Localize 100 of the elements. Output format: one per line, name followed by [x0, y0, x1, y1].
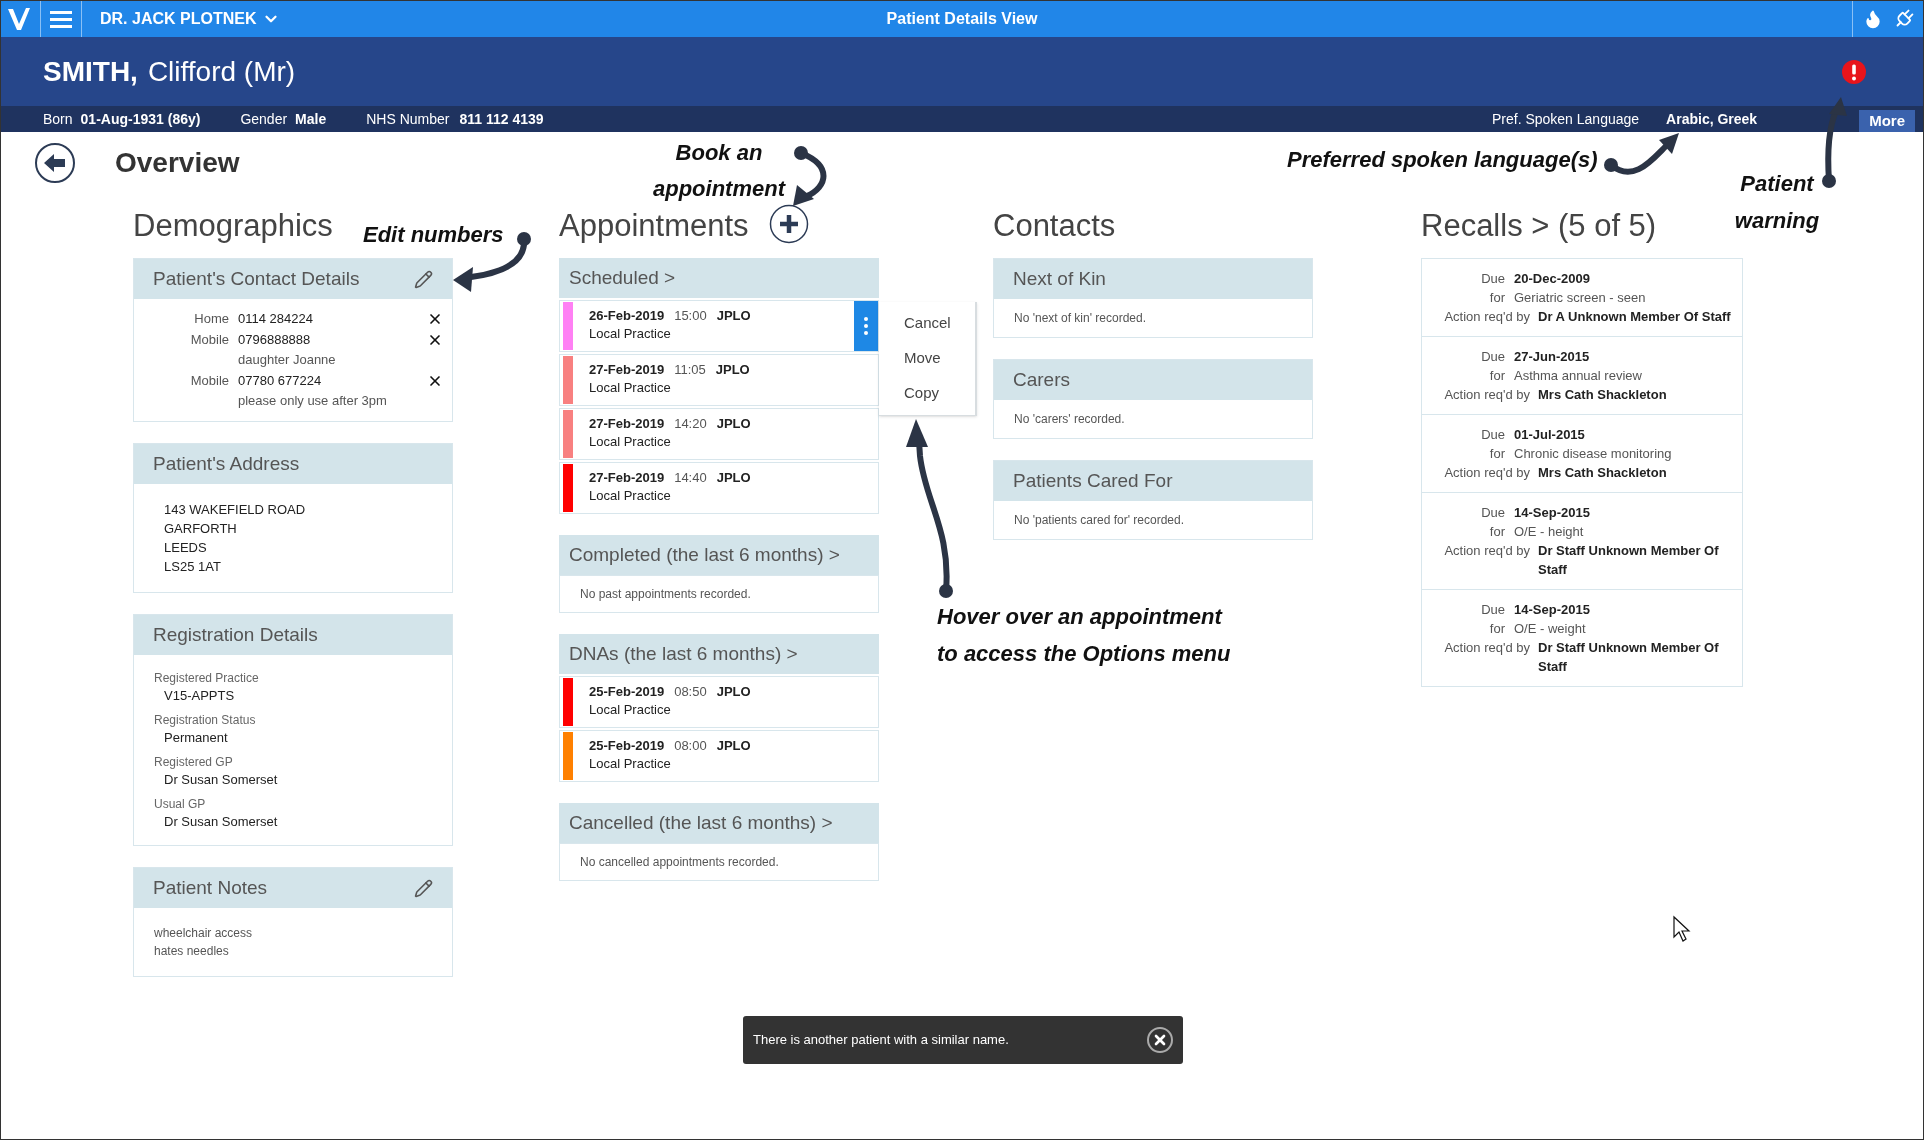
panel-title: Patients Cared For	[1013, 468, 1173, 493]
appointment-item[interactable]: 25-Feb-2019 08:00 JPLO Local Practice	[559, 730, 879, 782]
flame-icon[interactable]	[1863, 9, 1883, 29]
section-header[interactable]: Scheduled >	[559, 258, 879, 298]
menu-item[interactable]: Copy	[879, 376, 975, 411]
address-line: 143 WAKEFIELD ROAD	[164, 501, 307, 519]
clinician-code: JPLO	[715, 361, 750, 379]
edit-icon[interactable]	[414, 269, 433, 289]
for-label: for	[1488, 367, 1505, 385]
appointment-item[interactable]: 25-Feb-2019 08:50 JPLO Local Practice	[559, 676, 879, 728]
recall-reason: O/E - weight	[1514, 620, 1586, 638]
address-line: GARFORTH	[164, 520, 238, 538]
appointment-location: Local Practice	[589, 325, 672, 343]
due-date: 14-Sep-2015	[1514, 601, 1590, 619]
phone-type: Mobile	[189, 331, 229, 349]
recall-reason: O/E - height	[1514, 523, 1584, 541]
field-value: Permanent	[163, 729, 229, 747]
recall-item[interactable]: Due 14-Sep-2015 for O/E - weight Action req'd by Dr Staff Unknown Member Of Staff	[1422, 589, 1742, 686]
clinician-code: JPLO	[716, 737, 751, 755]
phone-type: Home	[193, 310, 229, 328]
warning-icon[interactable]	[1841, 58, 1867, 85]
panel-title: Next of Kin	[1013, 266, 1106, 291]
section-header[interactable]: DNAs (the last 6 months) >	[559, 634, 879, 674]
annotation-arrow	[793, 146, 827, 206]
page-title: Overview	[115, 146, 240, 180]
phone-note: daughter Joanne	[238, 351, 337, 369]
patient-name: Clifford (Mr)	[147, 54, 296, 89]
action-by: Dr Staff Unknown Member Of Staff	[1538, 639, 1720, 676]
due-label: Due	[1480, 426, 1505, 444]
nhs-label: NHS Number	[366, 109, 450, 129]
appointment-item[interactable]: 27-Feb-2019 11:05 JPLO Local Practice	[559, 354, 879, 406]
recall-reason: Geriatric screen - seen	[1514, 289, 1646, 307]
action-label: Action req'd by	[1443, 308, 1530, 326]
empty-message: No 'carers' recorded.	[1014, 411, 1125, 428]
field-value: Dr Susan Somerset	[163, 771, 279, 789]
field-value: Dr Susan Somerset	[163, 813, 279, 831]
due-label: Due	[1480, 348, 1505, 366]
appointment-item[interactable]: 26-Feb-2019 15:00 JPLO Local Practice	[559, 300, 879, 352]
edit-icon[interactable]	[414, 878, 433, 898]
panel-title: Patient's Address	[153, 451, 300, 476]
appointment-location: Local Practice	[589, 433, 672, 451]
action-by: Dr A Unknown Member Of Staff	[1538, 308, 1732, 326]
remove-icon[interactable]	[427, 332, 443, 348]
appointment-item[interactable]: 27-Feb-2019 14:20 JPLO Local Practice	[559, 408, 879, 460]
note-line: wheelchair access	[154, 925, 254, 942]
phone-type: Mobile	[189, 372, 229, 390]
section-header[interactable]: Completed (the last 6 months) >	[559, 535, 879, 575]
menu-item[interactable]: Cancel	[879, 306, 975, 341]
action-label: Action req'd by	[1443, 542, 1530, 560]
remove-icon[interactable]	[427, 311, 443, 327]
field-label: Registered GP	[154, 754, 234, 771]
appointment-date: 27-Feb-2019	[589, 415, 665, 433]
appointment-location: Local Practice	[589, 487, 672, 505]
appointment-time: 08:50	[674, 683, 707, 701]
remove-icon[interactable]	[427, 373, 443, 389]
gender-value: Male	[295, 109, 327, 129]
annotation-text: Book an appointment	[652, 139, 787, 203]
gender-label: Gender	[240, 109, 288, 129]
appointment-item[interactable]: 27-Feb-2019 14:40 JPLO Local Practice	[559, 462, 879, 514]
appointment-time: 14:20	[674, 415, 707, 433]
patient-surname: SMITH,	[43, 54, 138, 89]
options-button[interactable]	[854, 301, 878, 351]
clinician-code: JPLO	[716, 683, 751, 701]
user-menu[interactable]: DR. JACK PLOTNEK	[100, 7, 281, 31]
recall-reason: Chronic disease monitoring	[1514, 445, 1672, 463]
born-value: 01-Aug-1931 (86y)	[80, 109, 201, 129]
close-icon	[1152, 1032, 1168, 1048]
recall-item[interactable]: Due 20-Dec-2009 for Geriatric screen - seen Action req'd by Dr A Unknown Member Of Staff	[1422, 259, 1742, 336]
recall-item[interactable]: Due 01-Jul-2015 for Chronic disease monitoring Action req'd by Mrs Cath Shackleton	[1422, 414, 1742, 492]
panel-title: Carers	[1013, 367, 1070, 392]
section-heading: Recalls > (5 of 5)	[1421, 208, 1657, 243]
phone-number: 0796888888	[238, 331, 312, 349]
section-heading: Demographics	[133, 208, 333, 243]
section-heading: Appointments	[559, 207, 749, 245]
due-date: 20-Dec-2009	[1514, 270, 1590, 288]
phone-note: please only use after 3pm	[238, 392, 388, 410]
born-label: Born	[43, 109, 73, 129]
empty-message: No past appointments recorded.	[580, 586, 751, 603]
more-button[interactable]: More	[1859, 110, 1915, 132]
clinician-code: JPLO	[716, 415, 751, 433]
for-label: for	[1488, 289, 1505, 307]
appointment-date: 27-Feb-2019	[589, 361, 665, 379]
due-label: Due	[1480, 504, 1505, 522]
clinician-code: JPLO	[716, 307, 751, 325]
appointment-location: Local Practice	[589, 755, 672, 773]
empty-message: No 'next of kin' recorded.	[1014, 310, 1146, 327]
recall-item[interactable]: Due 27-Jun-2015 for Asthma annual review Action req'd by Mrs Cath Shackleton	[1422, 336, 1742, 414]
appointment-time: 14:40	[674, 469, 707, 487]
close-button[interactable]	[1147, 1027, 1173, 1053]
language-value: Arabic, Greek	[1666, 109, 1758, 129]
action-by: Mrs Cath Shackleton	[1538, 464, 1668, 482]
section-header[interactable]: Cancelled (the last 6 months) >	[559, 803, 879, 843]
add-icon[interactable]	[768, 204, 809, 244]
recall-item[interactable]: Due 14-Sep-2015 for O/E - height Action req'd by Dr Staff Unknown Member Of Staff	[1422, 492, 1742, 589]
nhs-value: 811 112 4139	[459, 109, 544, 129]
empty-message: No cancelled appointments recorded.	[580, 854, 779, 871]
menu-item[interactable]: Move	[879, 341, 975, 376]
action-label: Action req'd by	[1443, 639, 1530, 657]
action-by: Mrs Cath Shackleton	[1538, 386, 1668, 404]
phone-number: 07780 677224	[238, 372, 323, 390]
